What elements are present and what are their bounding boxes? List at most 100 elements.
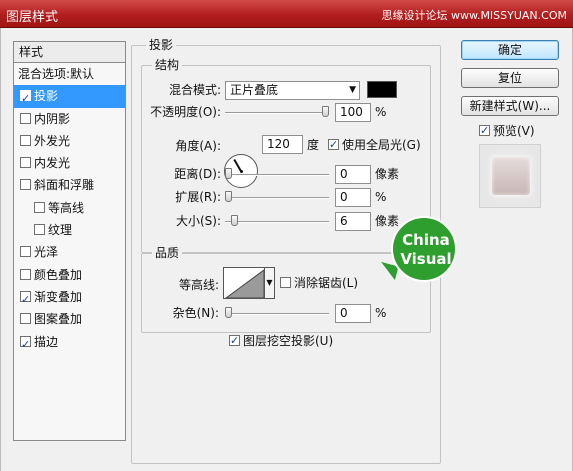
blend-mode-label: 混合模式: <box>168 83 221 97</box>
distance-slider-thumb[interactable] <box>225 168 232 179</box>
knockout-label: 图层挖空投影(U) <box>243 334 334 348</box>
style-item-6[interactable]: 纹理 <box>14 219 125 241</box>
size-label: 大小(S): <box>175 214 221 228</box>
style-item-0[interactable]: 投影 <box>14 85 125 110</box>
style-item-7[interactable]: 光泽 <box>14 241 125 263</box>
checkbox-icon[interactable] <box>20 313 31 325</box>
blend-mode-select[interactable]: 正片叠底 ▼ <box>225 81 360 100</box>
spread-unit: % <box>375 190 387 204</box>
title-bar[interactable]: 图层样式 思缘设计论坛 www.MISSYUAN.COM <box>0 0 573 28</box>
opacity-slider-thumb[interactable] <box>322 106 329 117</box>
contour-dropdown-arrow-icon: ▼ <box>266 278 273 287</box>
style-item-label: 光泽 <box>34 245 59 260</box>
checkbox-icon[interactable] <box>34 201 45 213</box>
style-item-11[interactable]: 描边 <box>14 331 125 356</box>
distance-input[interactable]: 0 <box>335 165 371 184</box>
shadow-color-swatch[interactable] <box>367 81 397 98</box>
style-item-9[interactable]: 渐变叠加 <box>14 286 125 311</box>
contour-dropdown-button[interactable]: ▼ <box>265 267 275 299</box>
preview-checkbox[interactable]: 预览(V) <box>479 123 535 139</box>
angle-input[interactable]: 120 <box>262 135 303 154</box>
style-item-label: 等高线 <box>48 200 85 215</box>
style-item-1[interactable]: 内阴影 <box>14 108 125 130</box>
global-light-checkbox[interactable]: 使用全局光(G) <box>328 137 421 153</box>
checkbox-icon[interactable] <box>34 224 45 236</box>
global-light-label: 使用全局光(G) <box>342 138 421 152</box>
distance-label: 距离(D): <box>174 167 221 181</box>
style-item-label: 纹理 <box>48 223 73 238</box>
style-item-4[interactable]: 斜面和浮雕 <box>14 174 125 196</box>
dropdown-arrow-icon: ▼ <box>349 85 356 95</box>
checkbox-icon[interactable] <box>20 179 31 191</box>
preview-check-icon <box>479 123 490 139</box>
watermark-text: 思缘设计论坛 www.MISSYUAN.COM <box>381 9 567 22</box>
style-preview-swatch <box>492 157 530 195</box>
anti-alias-check-icon <box>280 277 291 288</box>
style-item-label: 外发光 <box>34 133 71 148</box>
opacity-label: 不透明度(O): <box>150 105 221 119</box>
knockout-checkbox[interactable]: 图层挖空投影(U) <box>229 333 333 349</box>
style-item-label: 颜色叠加 <box>34 267 83 282</box>
new-style-button[interactable]: 新建样式(W)... <box>461 96 559 116</box>
blend-mode-value: 正片叠底 <box>230 83 279 97</box>
checkbox-icon[interactable] <box>20 157 31 169</box>
style-item-10[interactable]: 图案叠加 <box>14 308 125 330</box>
style-item-2[interactable]: 外发光 <box>14 130 125 152</box>
layer-style-dialog: 样式 混合选项:默认 投影内阴影外发光内发光斜面和浮雕等高线纹理光泽颜色叠加渐变… <box>0 28 573 471</box>
window-title: 图层样式 <box>6 10 59 25</box>
style-list: 样式 混合选项:默认 投影内阴影外发光内发光斜面和浮雕等高线纹理光泽颜色叠加渐变… <box>13 41 126 441</box>
style-item-3[interactable]: 内发光 <box>14 152 125 174</box>
style-item-label: 斜面和浮雕 <box>34 178 95 193</box>
checkbox-icon[interactable] <box>20 334 31 356</box>
ok-button[interactable]: 确定 <box>461 40 559 60</box>
spread-label: 扩展(R): <box>175 190 221 204</box>
style-item-label: 投影 <box>34 89 59 104</box>
noise-unit: % <box>375 306 387 320</box>
contour-label: 等高线: <box>178 278 219 292</box>
angle-label: 角度(A): <box>175 139 221 153</box>
styles-header[interactable]: 样式 <box>14 42 125 63</box>
spread-input[interactable]: 0 <box>335 188 371 207</box>
anti-alias-checkbox[interactable]: 消除锯齿(L) <box>280 275 358 291</box>
checkbox-icon[interactable] <box>20 268 31 280</box>
badge-line-1: China <box>402 231 450 249</box>
style-item-label: 内阴影 <box>34 111 71 126</box>
badge-line-2: Visual <box>400 250 452 268</box>
opacity-input[interactable]: 100 <box>335 103 371 122</box>
distance-slider-track[interactable] <box>225 174 329 176</box>
china-visual-logo: China Visual <box>391 216 457 282</box>
checkbox-icon[interactable] <box>20 112 31 124</box>
reset-button[interactable]: 复位 <box>461 68 559 88</box>
blending-options-item[interactable]: 混合选项:默认 <box>14 63 125 85</box>
spread-slider-thumb[interactable] <box>225 191 232 202</box>
size-unit: 像素 <box>375 214 400 228</box>
spread-slider-track[interactable] <box>225 197 329 199</box>
style-item-label: 内发光 <box>34 156 71 171</box>
checkbox-icon[interactable] <box>20 289 31 311</box>
drop-shadow-title: 投影 <box>146 38 177 52</box>
noise-slider-thumb[interactable] <box>225 307 232 318</box>
preview-label: 预览(V) <box>493 124 535 138</box>
style-item-label: 描边 <box>34 334 59 349</box>
noise-slider-track[interactable] <box>225 313 329 315</box>
anti-alias-label: 消除锯齿(L) <box>294 276 359 290</box>
checkbox-icon[interactable] <box>20 88 31 110</box>
size-input[interactable]: 6 <box>335 212 371 231</box>
opacity-slider-track[interactable] <box>225 112 329 114</box>
size-slider-thumb[interactable] <box>231 215 238 226</box>
noise-input[interactable]: 0 <box>335 304 371 323</box>
checkbox-icon[interactable] <box>20 134 31 146</box>
angle-center <box>240 170 243 173</box>
global-light-check-icon <box>328 137 339 153</box>
distance-unit: 像素 <box>375 167 400 181</box>
angle-unit: 度 <box>307 138 320 152</box>
style-item-label: 图案叠加 <box>34 312 83 327</box>
contour-picker[interactable] <box>223 267 265 299</box>
quality-title: 品质 <box>152 246 183 260</box>
style-item-8[interactable]: 颜色叠加 <box>14 264 125 286</box>
size-slider-track[interactable] <box>225 221 329 223</box>
structure-title: 结构 <box>152 58 183 72</box>
style-item-5[interactable]: 等高线 <box>14 197 125 219</box>
style-preview <box>479 144 541 208</box>
checkbox-icon[interactable] <box>20 246 31 258</box>
